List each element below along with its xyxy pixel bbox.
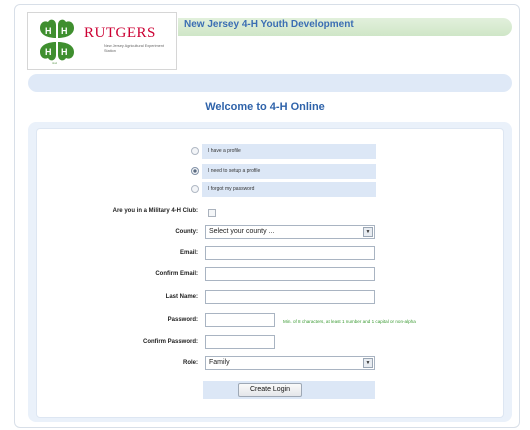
role-label: Role:: [183, 360, 198, 366]
military-club-label: Are you in a Military 4-H Club:: [112, 208, 198, 214]
dropdown-arrow-icon[interactable]: ▼: [363, 358, 373, 368]
rutgers-wordmark: RUTGERS: [84, 25, 156, 41]
confirm-password-label: Confirm Password:: [142, 339, 198, 345]
email-label: Email:: [179, 250, 198, 256]
radio-label-have-profile: I have a profile: [208, 148, 241, 154]
header-title: New Jersey 4-H Youth Development: [184, 19, 354, 30]
password-hint: Min. of 8 characters, at least 1 number …: [283, 319, 416, 324]
county-select-value: Select your county ...: [209, 228, 275, 235]
county-label: County:: [175, 229, 198, 235]
radio-label-forgot-password: I forgot my password: [208, 186, 255, 192]
confirm-email-label: Confirm Email:: [155, 271, 198, 277]
svg-text:H: H: [45, 47, 52, 57]
create-login-button[interactable]: Create Login: [238, 383, 302, 397]
confirm-password-field[interactable]: [205, 335, 275, 349]
role-select[interactable]: Family ▼: [205, 356, 375, 370]
confirm-email-field[interactable]: [205, 267, 375, 281]
password-field[interactable]: [205, 313, 275, 327]
radio-have-profile[interactable]: [191, 147, 199, 155]
radio-forgot-password[interactable]: [191, 185, 199, 193]
role-select-value: Family: [209, 359, 230, 366]
email-field[interactable]: [205, 246, 375, 260]
dropdown-arrow-icon[interactable]: ▼: [363, 227, 373, 237]
last-name-label: Last Name:: [165, 294, 198, 300]
radio-label-setup-profile: I need to setup a profile: [208, 168, 261, 174]
password-label: Password:: [167, 317, 198, 323]
county-select[interactable]: Select your county ... ▼: [205, 225, 375, 239]
military-club-checkbox[interactable]: [208, 209, 216, 217]
svg-text:H: H: [61, 47, 68, 57]
four-leaf-clover-icon: H H H H: [40, 19, 74, 61]
last-name-field[interactable]: [205, 290, 375, 304]
rutgers-4h-logo: H H H H 4-H RUTGERS New Jersey Agricultu…: [27, 12, 177, 70]
rutgers-subtitle: New Jersey Agricultural Experiment Stati…: [104, 44, 164, 53]
clover-caption: 4-H: [52, 61, 57, 65]
svg-text:H: H: [45, 26, 52, 36]
page-title: Welcome to 4-H Online: [205, 101, 325, 113]
navigation-strip: [28, 74, 512, 92]
radio-setup-profile[interactable]: [191, 167, 199, 175]
svg-text:H: H: [61, 26, 68, 36]
